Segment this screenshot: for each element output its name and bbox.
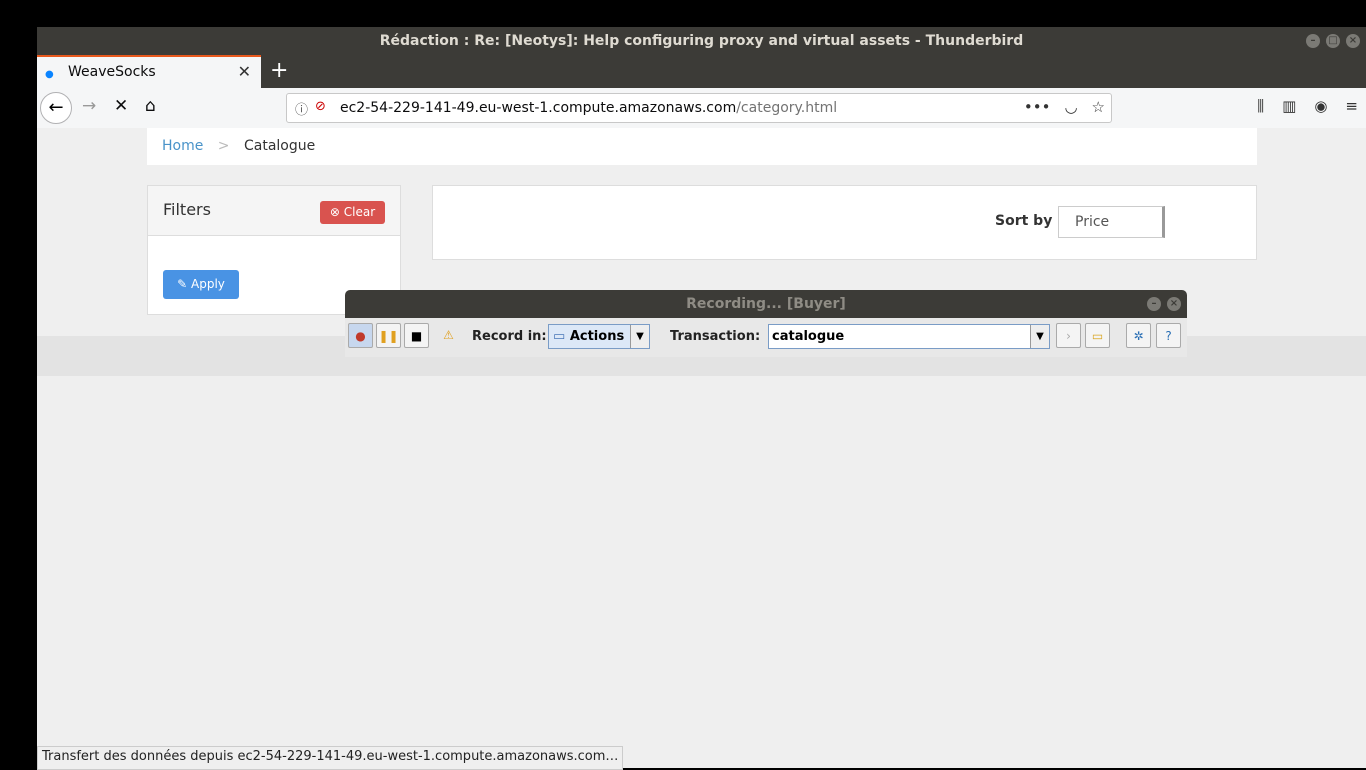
filters-header: Filters ⊗ Clear	[148, 186, 400, 236]
next-icon[interactable]: ›	[1056, 323, 1081, 348]
breadcrumb-home-link[interactable]: Home	[162, 138, 203, 154]
sort-label: Sort by	[995, 213, 1053, 229]
url-text[interactable]: ec2-54-229-141-49.eu-west-1.compute.amaz…	[340, 100, 837, 116]
filters-title: Filters	[163, 200, 211, 219]
navigation-bar: ← → ✕ ⌂ ⓘ ⊘ ec2-54-229-141-49.eu-west-1.…	[37, 88, 1366, 129]
open-folder-icon[interactable]: ▭	[1085, 323, 1110, 348]
collapse-icon[interactable]: ✲	[1126, 323, 1151, 348]
stop-icon[interactable]: ✕	[114, 96, 128, 116]
status-bar: Transfert des données depuis ec2-54-229-…	[37, 746, 624, 770]
apply-button[interactable]: ✎ Apply	[163, 270, 239, 299]
chevron-down-icon[interactable]: ▼	[630, 325, 649, 348]
recorder-titlebar[interactable]: Recording... [Buyer] – ×	[345, 290, 1187, 318]
breadcrumb-current: Catalogue	[243, 138, 316, 154]
minimize-icon[interactable]: –	[1306, 34, 1320, 48]
loading-dot-icon: ●	[45, 69, 54, 80]
stop-square-icon[interactable]: ■	[404, 323, 429, 348]
forward-arrow-icon[interactable]: →	[82, 96, 96, 116]
transaction-value: catalogue	[772, 329, 845, 344]
window-title: Rédaction : Re: [Neotys]: Help configuri…	[379, 33, 1024, 49]
window-titlebar[interactable]: Rédaction : Re: [Neotys]: Help configuri…	[37, 27, 1366, 55]
clear-circle-icon: ⊗	[329, 205, 340, 219]
tab-weavesocks[interactable]: ● WeaveSocks ✕	[37, 55, 261, 88]
breadcrumb: Home > Catalogue	[147, 128, 1257, 165]
recorder-title: Recording... [Buyer]	[686, 296, 846, 312]
tab-close-icon[interactable]: ✕	[238, 62, 251, 81]
clear-button[interactable]: ⊗ Clear	[320, 201, 385, 224]
tab-bar: ● WeaveSocks ✕ +	[37, 55, 1366, 88]
menu-icon[interactable]: ≡	[1345, 97, 1358, 115]
desktop-top-bar	[0, 0, 1366, 27]
library-icon[interactable]: ⫼	[1257, 97, 1264, 115]
insecure-lock-icon[interactable]: ⊘	[315, 99, 326, 114]
sidebar-icon[interactable]: ▥	[1282, 97, 1296, 115]
account-icon[interactable]: ◉	[1314, 97, 1327, 115]
breadcrumb-separator: >	[217, 138, 230, 154]
close-icon[interactable]: ×	[1346, 34, 1360, 48]
maximize-icon[interactable]: □	[1326, 34, 1340, 48]
record-in-label: Record in:	[472, 329, 547, 344]
pencil-icon: ✎	[177, 277, 188, 291]
new-tab-icon[interactable]: +	[270, 58, 288, 83]
record-in-combo[interactable]: ▭ Actions ▼	[548, 324, 650, 349]
info-icon[interactable]: ⓘ	[295, 99, 308, 118]
recorder-toolbar: ● ❚❚ ■ ⚠ Record in: ▭ Actions ▼ Transact…	[345, 318, 1187, 357]
recorder-close-icon[interactable]: ×	[1167, 297, 1181, 311]
bookmark-star-icon[interactable]: ☆	[1092, 98, 1105, 116]
warning-icon[interactable]: ⚠	[436, 323, 461, 348]
transaction-label: Transaction:	[670, 329, 761, 344]
clear-label: Clear	[343, 205, 376, 219]
browser-window: Rédaction : Re: [Neotys]: Help configuri…	[37, 27, 1366, 770]
recorder-minimize-icon[interactable]: –	[1147, 297, 1161, 311]
home-icon[interactable]: ⌂	[145, 96, 156, 116]
transaction-combo[interactable]: catalogue ▼	[768, 324, 1050, 349]
recorder-window: Recording... [Buyer] – × ● ❚❚ ■ ⚠ Record…	[345, 290, 1187, 357]
more-icon[interactable]: •••	[1024, 98, 1051, 116]
sort-panel: Sort by Price	[432, 185, 1257, 260]
pause-icon[interactable]: ❚❚	[376, 323, 401, 348]
pocket-icon[interactable]: ◡	[1064, 98, 1077, 116]
desktop-left-strip	[0, 0, 37, 768]
tab-title: WeaveSocks	[68, 64, 156, 80]
apply-label: Apply	[191, 277, 225, 291]
help-icon[interactable]: ?	[1156, 323, 1181, 348]
record-icon[interactable]: ●	[348, 323, 373, 348]
page-content: Home > Catalogue Filters ⊗ Clear ✎ Apply…	[37, 128, 1366, 768]
record-in-value: Actions	[569, 329, 625, 344]
folder-icon: ▭	[553, 329, 566, 344]
sort-select[interactable]: Price	[1058, 206, 1165, 238]
transaction-chevron-down-icon[interactable]: ▼	[1030, 325, 1049, 348]
back-arrow-icon[interactable]: ←	[40, 92, 72, 124]
url-bar[interactable]: ⓘ ⊘ ec2-54-229-141-49.eu-west-1.compute.…	[286, 93, 1112, 123]
